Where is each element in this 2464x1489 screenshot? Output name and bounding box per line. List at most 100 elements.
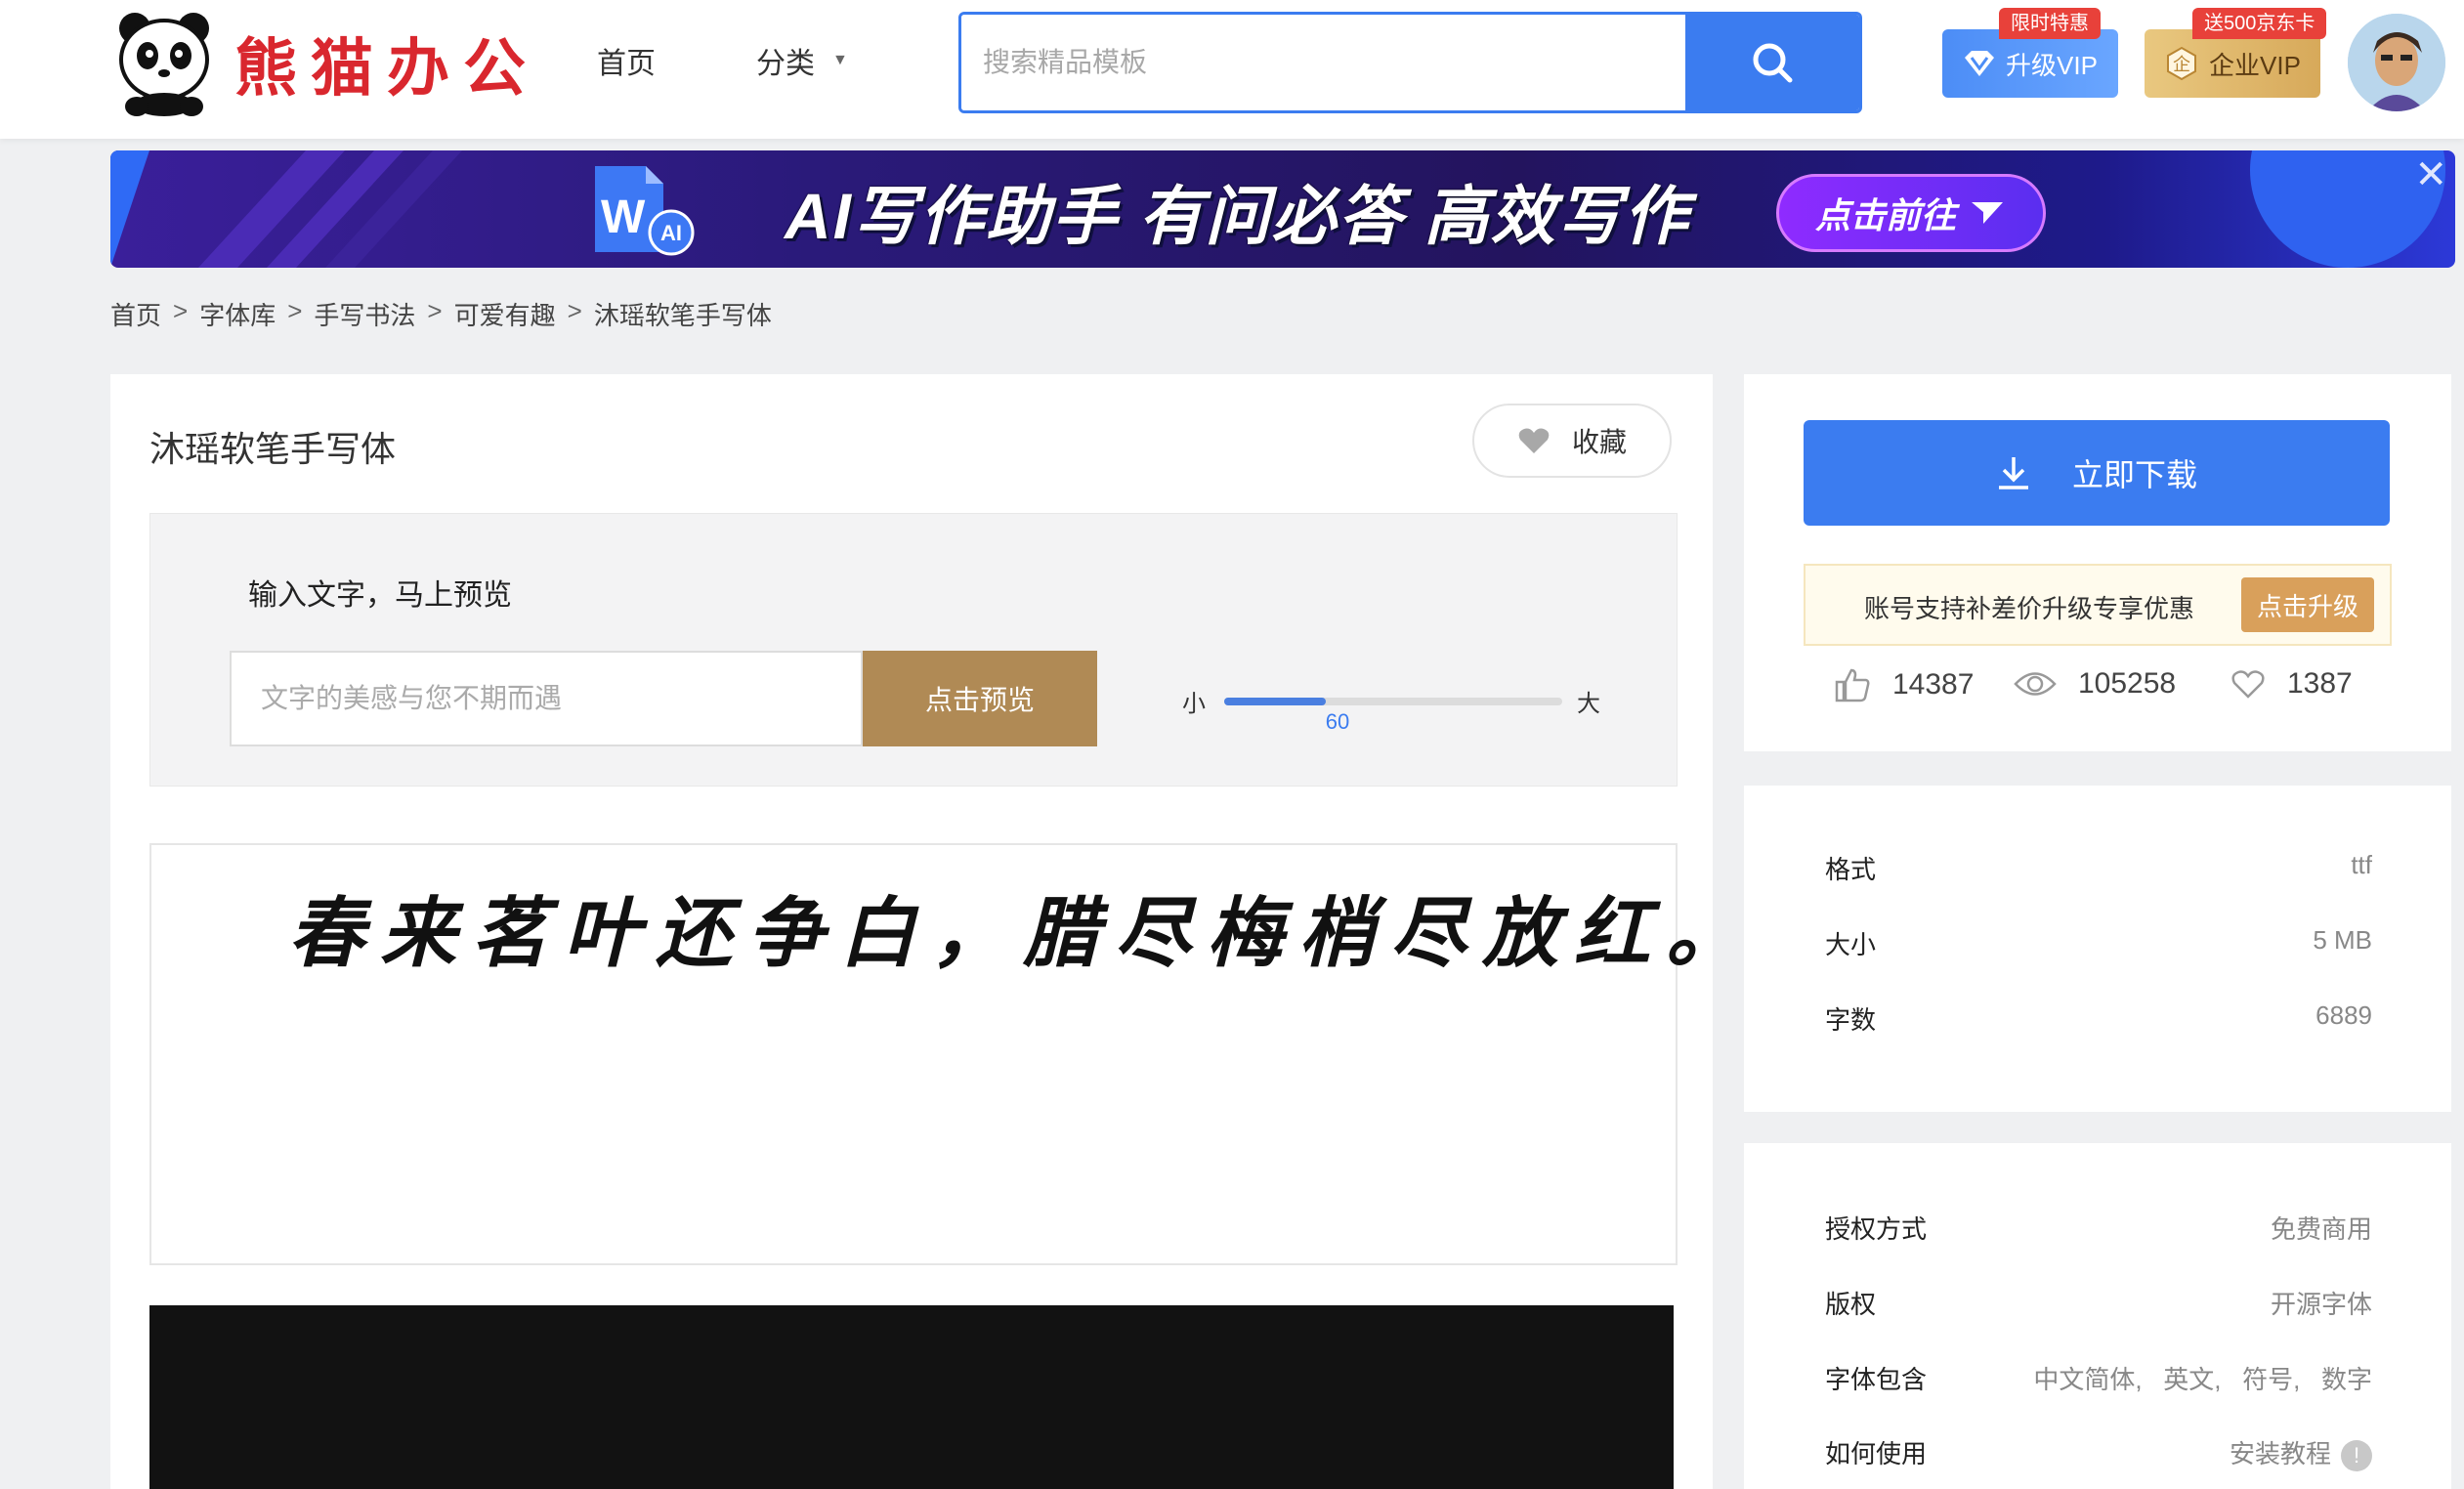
download-label: 立即下载 [2071, 457, 2197, 492]
panda-logo-icon [119, 13, 209, 116]
view-stat: 105258 [2014, 667, 2176, 701]
spec-row-size: 大小 5 MB [1825, 925, 2372, 964]
nav-home[interactable]: 首页 [597, 39, 656, 82]
install-guide-label: 安装教程 [2229, 1439, 2331, 1468]
download-card: 立即下载 账号支持补差价升级专享优惠 点击升级 14387 105258 138… [1744, 374, 2451, 751]
favorite-button[interactable]: 收藏 [1472, 404, 1672, 478]
font-showcase-image [149, 1305, 1674, 1489]
info-icon: ! [2341, 1440, 2372, 1472]
font-sample-area: 春来茗叶还争白，腊尽梅梢尽放红。 [149, 843, 1742, 1265]
license-card: 授权方式 免费商用 版权 开源字体 字体包含 中文简体, 英文, 符号, 数字 … [1744, 1143, 2451, 1489]
size-small-label: 小 [1182, 691, 1206, 717]
slider-value[interactable]: 60 [1321, 709, 1354, 735]
heart-icon [1517, 426, 1551, 455]
user-avatar[interactable] [2348, 14, 2445, 111]
upgrade-vip-label: 升级VIP [2006, 50, 2098, 80]
license-row-copyright: 版权 开源字体 [1825, 1285, 2372, 1324]
word-ai-icon: W AI [595, 166, 695, 256]
font-sample-text: 春来茗叶还争白，腊尽梅梢尽放红。 [288, 889, 1759, 978]
search-input[interactable] [961, 15, 1690, 110]
upgrade-promo-bar: 账号支持补差价升级专享优惠 点击升级 [1804, 564, 2392, 646]
license-row-type: 授权方式 免费商用 [1825, 1210, 2372, 1249]
font-specs-card: 格式 ttf 大小 5 MB 字数 6889 [1744, 786, 2451, 1112]
favorite-count: 1387 [2287, 667, 2353, 700]
license-value: 中文简体, 英文, 符号, 数字 [2033, 1365, 2372, 1394]
nav-category-dropdown[interactable]: 分类 ▼ [756, 39, 848, 82]
spec-label: 格式 [1825, 855, 1877, 884]
banner-cta-label: 点击前往 [1814, 195, 1956, 235]
close-icon[interactable]: ✕ [2414, 152, 2447, 197]
logo-text: 熊猫办公 [234, 32, 539, 106]
breadcrumb-current: 沐瑶软笔手写体 [593, 301, 772, 330]
license-label: 授权方式 [1825, 1214, 1928, 1244]
breadcrumb-separator: > [287, 296, 303, 325]
download-button[interactable]: 立即下载 [1804, 420, 2390, 526]
diamond-icon [1963, 49, 1996, 78]
spec-row-char-count: 字数 6889 [1825, 1000, 2372, 1040]
enterprise-icon: 企 [2164, 46, 2199, 81]
font-title: 沐瑶软笔手写体 [149, 429, 397, 469]
banner-cta-button[interactable]: 点击前往 [1776, 174, 2046, 252]
spec-value: 5 MB [2313, 925, 2372, 955]
like-stat[interactable]: 14387 [1834, 667, 1974, 702]
breadcrumb-separator: > [567, 296, 582, 325]
thumbs-up-icon [1834, 667, 1871, 702]
install-guide-link[interactable]: 安装教程! [2229, 1434, 2372, 1472]
spec-value: ttf [2351, 850, 2372, 879]
caret-down-icon: ▼ [832, 52, 848, 68]
spec-label: 大小 [1825, 930, 1877, 959]
site-logo[interactable]: 熊猫办公 [113, 6, 539, 121]
spec-value: 6889 [2315, 1000, 2372, 1030]
nav-category-label: 分类 [756, 48, 815, 80]
font-size-slider[interactable]: 60 [1224, 698, 1562, 735]
promo-upgrade-button[interactable]: 点击升级 [2241, 577, 2374, 632]
breadcrumb-font-library[interactable]: 字体库 [199, 296, 276, 332]
license-label: 字体包含 [1825, 1365, 1928, 1394]
upgrade-vip-button[interactable]: 升级VIP [1942, 29, 2118, 98]
svg-text:AI: AI [660, 221, 682, 245]
favorite-stat[interactable]: 1387 [2230, 667, 2353, 701]
download-icon [1996, 455, 2031, 490]
view-count: 105258 [2078, 667, 2177, 700]
heart-outline-icon [2230, 668, 2266, 700]
promo-text: 账号支持补差价升级专享优惠 [1864, 594, 2195, 623]
slider-fill [1224, 698, 1326, 705]
breadcrumb-separator: > [173, 296, 189, 325]
breadcrumb-handwriting[interactable]: 手写书法 [314, 296, 415, 332]
search-button[interactable] [1685, 15, 1859, 110]
spec-label: 字数 [1825, 1005, 1877, 1035]
breadcrumb: 首页 > 字体库 > 手写书法 > 可爱有趣 > 沐瑶软笔手写体 [110, 296, 772, 332]
license-row-usage: 如何使用 安装教程! [1825, 1434, 2372, 1473]
breadcrumb-cute-fun[interactable]: 可爱有趣 [454, 296, 556, 332]
license-value: 开源字体 [2270, 1290, 2372, 1319]
license-value: 免费商用 [2270, 1214, 2372, 1244]
favorite-label: 收藏 [1571, 427, 1627, 457]
svg-text:企: 企 [2173, 55, 2190, 75]
font-detail-panel: 沐瑶软笔手写体 收藏 输入文字，马上预览 点击预览 小 60 大 春来茗叶还争白… [110, 374, 1742, 1489]
preview-button[interactable]: 点击预览 [863, 651, 1097, 746]
preview-text-input[interactable] [230, 651, 863, 746]
size-large-label: 大 [1577, 691, 1600, 717]
gift-card-badge: 送500京东卡 [2192, 8, 2327, 39]
license-label: 如何使用 [1825, 1439, 1928, 1468]
license-label: 版权 [1825, 1290, 1877, 1319]
enterprise-vip-button[interactable]: 企 企业VIP [2145, 29, 2320, 98]
ai-writing-banner[interactable]: W AI AI写作助手 有问必答 高效写作 点击前往 ✕ [110, 150, 2455, 268]
preview-label: 输入文字，马上预览 [248, 579, 512, 612]
send-arrow-icon [1972, 202, 2003, 224]
license-row-includes: 字体包含 中文简体, 英文, 符号, 数字 [1825, 1360, 2372, 1399]
banner-decoration [110, 150, 462, 268]
enterprise-vip-label: 企业VIP [2209, 50, 2301, 80]
svg-text:W: W [601, 191, 646, 243]
eye-icon [2014, 669, 2057, 699]
breadcrumb-separator: > [427, 296, 443, 325]
site-header: 熊猫办公 首页 分类 ▼ 升级VIP 限时特惠 企 企业VIP 送500京东卡 [0, 0, 2464, 139]
search-bar [958, 12, 1862, 113]
breadcrumb-home[interactable]: 首页 [110, 296, 161, 332]
banner-title: AI写作助手 有问必答 高效写作 [785, 180, 1690, 252]
like-count: 14387 [1892, 668, 1975, 701]
search-icon [1753, 43, 1793, 83]
spec-row-format: 格式 ttf [1825, 850, 2372, 889]
limited-offer-badge: 限时特惠 [1999, 8, 2101, 39]
preview-controls: 输入文字，马上预览 点击预览 小 60 大 [149, 513, 1678, 787]
